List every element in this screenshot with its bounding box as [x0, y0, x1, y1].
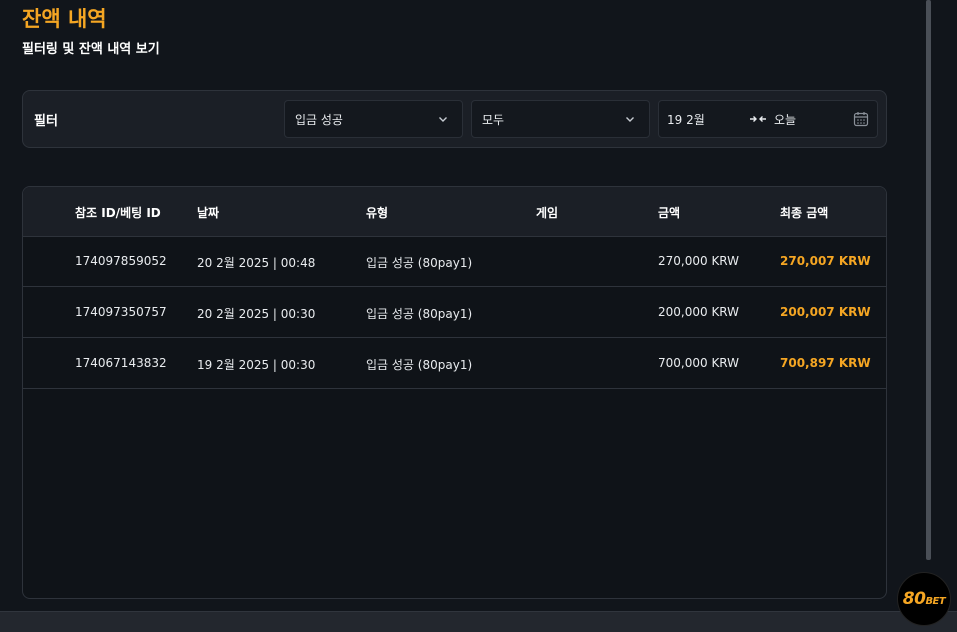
cell-final-amount: 200,007 KRW: [780, 305, 871, 319]
bottom-bar: [0, 611, 957, 632]
cell-date: 20 2월 2025 | 00:48: [197, 256, 316, 270]
filter-bar: 필터 입금 성공 모두 19 2월 오늘: [22, 90, 887, 148]
cell-amount: 270,000 KRW: [658, 254, 740, 268]
date-range-picker[interactable]: 19 2월 오늘: [658, 100, 878, 138]
cell-final-amount: 700,897 KRW: [780, 356, 871, 370]
cell-amount: 200,000 KRW: [658, 305, 740, 319]
filter-label: 필터: [34, 114, 58, 129]
cell-ref-id: 174097350757: [75, 305, 167, 319]
header-final-amount: 최종 금액: [780, 206, 829, 220]
arrows-in-icon: [750, 116, 766, 122]
calendar-icon[interactable]: [853, 111, 869, 127]
cell-ref-id: 174097859052: [75, 254, 167, 268]
chevron-down-icon: [626, 117, 634, 122]
logo-text: 80BET: [898, 589, 950, 609]
cell-date: 19 2월 2025 | 00:30: [197, 358, 316, 372]
status-select-value: 입금 성공: [295, 113, 343, 127]
header-game: 게임: [536, 206, 559, 220]
history-table: 참조 ID/베팅 ID 날짜 유형 게임 금액 최종 금액 1740978590…: [22, 186, 887, 599]
status-select[interactable]: 입금 성공: [284, 100, 463, 138]
cell-type: 입금 성공 (80pay1): [366, 256, 473, 270]
cell-final-amount: 270,007 KRW: [780, 254, 871, 268]
header-ref-id: 참조 ID/베팅 ID: [75, 206, 161, 220]
cell-date: 20 2월 2025 | 00:30: [197, 307, 316, 321]
type-select-value: 모두: [482, 113, 505, 127]
table-header: 참조 ID/베팅 ID 날짜 유형 게임 금액 최종 금액: [23, 187, 886, 237]
header-type: 유형: [366, 206, 389, 220]
cell-type: 입금 성공 (80pay1): [366, 358, 473, 372]
page-scrollbar[interactable]: [926, 0, 931, 560]
cell-ref-id: 174067143832: [75, 356, 167, 370]
header-amount: 금액: [658, 206, 681, 220]
cell-type: 입금 성공 (80pay1): [366, 307, 473, 321]
date-start[interactable]: 19 2월: [667, 111, 705, 128]
chevron-down-icon: [439, 117, 447, 122]
header-date: 날짜: [197, 206, 220, 220]
cell-amount: 700,000 KRW: [658, 356, 740, 370]
brand-logo[interactable]: 80BET: [897, 572, 951, 626]
type-select[interactable]: 모두: [471, 100, 650, 138]
table-row: 174067143832 19 2월 2025 | 00:30 입금 성공 (8…: [23, 338, 886, 389]
page-subtitle: 필터링 및 잔액 내역 보기: [22, 42, 160, 57]
page-title: 잔액 내역: [22, 7, 107, 31]
table-row: 174097350757 20 2월 2025 | 00:30 입금 성공 (8…: [23, 287, 886, 338]
table-row: 174097859052 20 2월 2025 | 00:48 입금 성공 (8…: [23, 236, 886, 287]
logo-main: 80: [902, 589, 926, 609]
logo-sub: BET: [925, 596, 946, 607]
date-end[interactable]: 오늘: [774, 111, 796, 128]
